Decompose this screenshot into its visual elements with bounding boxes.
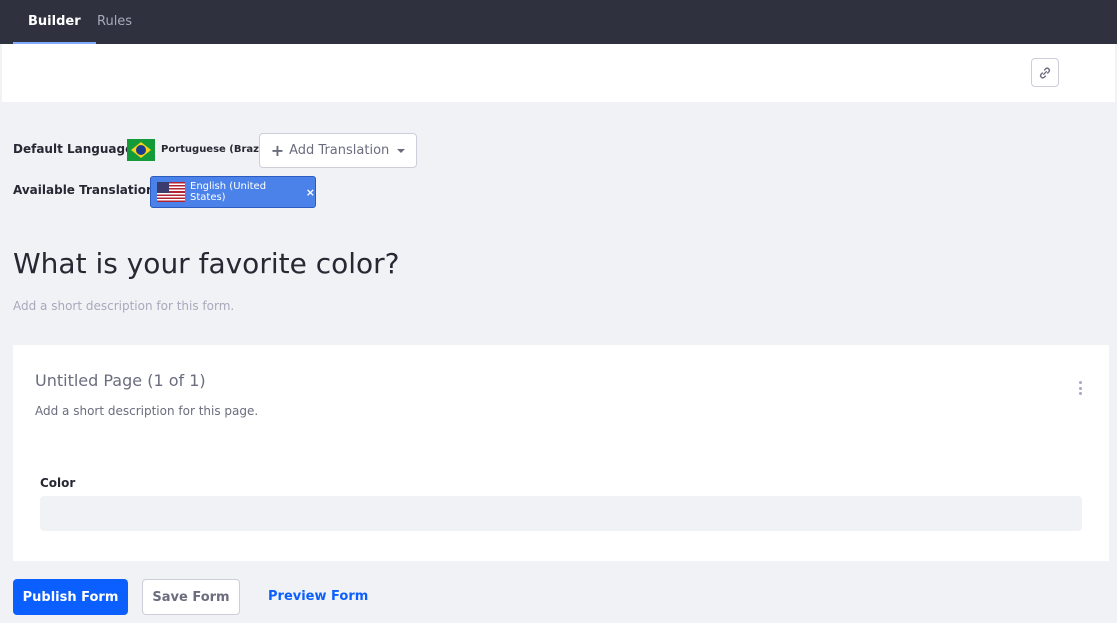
color-field-label: Color xyxy=(40,476,76,490)
translation-chip-label: English (United States) xyxy=(190,181,267,203)
tab-rules[interactable]: Rules xyxy=(82,0,147,44)
publish-form-button[interactable]: Publish Form xyxy=(13,579,128,615)
top-navigation: Builder Rules xyxy=(0,0,1117,44)
available-translations-label: Available Translations: xyxy=(13,183,167,197)
caret-down-icon xyxy=(397,148,406,153)
flag-us-icon xyxy=(157,182,185,202)
color-field-input[interactable] xyxy=(40,496,1082,531)
page-options-icon[interactable] xyxy=(1077,381,1083,395)
page-description-input[interactable]: Add a short description for this page. xyxy=(35,404,258,418)
add-translation-button[interactable]: + Add Translation xyxy=(259,133,417,168)
copy-link-button[interactable] xyxy=(1031,58,1059,87)
default-language-name: Portuguese (Brazil) xyxy=(161,144,271,155)
form-description-input[interactable]: Add a short description for this form. xyxy=(13,299,234,313)
preview-form-link[interactable]: Preview Form xyxy=(268,589,368,604)
translation-chip-english[interactable]: English (United States) × xyxy=(150,176,316,208)
default-language-label: Default Language: xyxy=(13,142,139,156)
form-page-card: Untitled Page (1 of 1) Add a short descr… xyxy=(13,345,1109,561)
plus-icon: + xyxy=(270,140,285,160)
add-translation-label: Add Translation xyxy=(289,143,390,158)
remove-translation-icon[interactable]: × xyxy=(306,186,315,199)
form-toolbar xyxy=(2,44,1115,102)
page-title[interactable]: Untitled Page (1 of 1) xyxy=(35,371,206,390)
link-icon xyxy=(1039,67,1051,78)
save-form-button[interactable]: Save Form xyxy=(142,579,240,615)
flag-brazil-icon xyxy=(127,139,155,161)
form-title[interactable]: What is your favorite color? xyxy=(13,247,400,280)
